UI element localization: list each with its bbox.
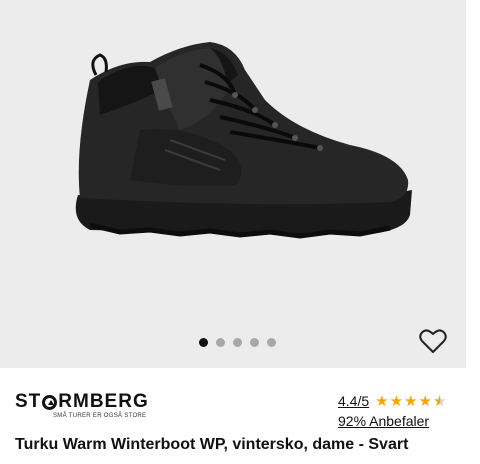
carousel-dots bbox=[199, 338, 276, 347]
brand-name-end: RMBERG bbox=[58, 391, 149, 412]
star-icon: ★ bbox=[404, 392, 418, 410]
star-rating: ★ ★ ★ ★ ★ bbox=[375, 394, 446, 409]
carousel-dot[interactable] bbox=[267, 338, 276, 347]
boot-image bbox=[75, 42, 412, 239]
brand-tagline: SMÅ TURER ER OGSÅ STORE bbox=[53, 413, 147, 419]
half-star-icon: ★ bbox=[433, 394, 446, 409]
carousel-dot[interactable] bbox=[250, 338, 259, 347]
star-icon: ★ bbox=[375, 392, 389, 410]
carousel-dot[interactable] bbox=[233, 338, 242, 347]
brand-name-start: ST bbox=[15, 391, 42, 412]
product-title: Turku Warm Winterboot WP, vintersko, dam… bbox=[15, 436, 409, 453]
rating-value-link[interactable]: 4.4/5 bbox=[338, 393, 369, 409]
star-icon: ★ bbox=[418, 392, 432, 410]
heart-outline-icon[interactable] bbox=[419, 328, 447, 354]
carousel-dot[interactable] bbox=[199, 338, 208, 347]
brand-name: ST RMBERG bbox=[15, 392, 149, 412]
carousel-dot[interactable] bbox=[216, 338, 225, 347]
star-icon: ★ bbox=[389, 392, 404, 410]
logo-o-icon bbox=[42, 394, 58, 410]
product-rating: 4.4/5 ★ ★ ★ ★ ★ bbox=[338, 393, 446, 409]
brand-logo[interactable]: ST RMBERG SMÅ TURER ER OGSÅ STORE bbox=[15, 392, 149, 420]
recommend-link[interactable]: 92% Anbefaler bbox=[338, 413, 429, 429]
product-image-area[interactable] bbox=[0, 0, 466, 368]
